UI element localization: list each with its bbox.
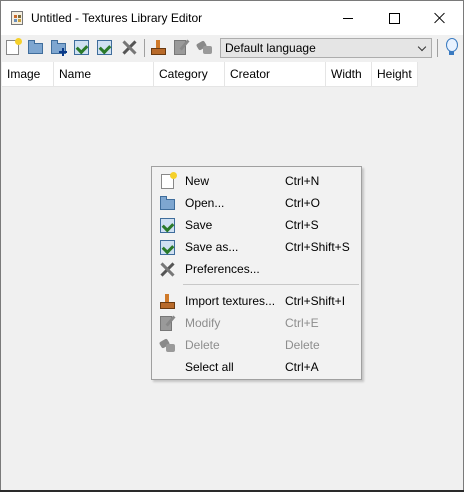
add-folder-button[interactable] [50,39,67,56]
title-bar: Untitled - Textures Library Editor [1,1,463,35]
menu-item-delete: Delete Delete [154,334,359,356]
menu-item-shortcut: Delete [285,338,320,352]
language-select[interactable]: Default language [220,38,432,58]
menu-item-shortcut: Ctrl+O [285,196,321,210]
column-header-category[interactable]: Category [154,62,225,86]
close-button[interactable] [417,1,463,35]
menu-item-open[interactable]: Open... Ctrl+O [154,192,359,214]
modify-button[interactable] [173,39,190,56]
menu-item-select-all[interactable]: Select all Ctrl+A [154,356,359,378]
open-folder-icon [28,40,43,54]
delete-icon [159,337,176,354]
modify-icon [159,315,176,332]
preferences-icon [159,261,176,278]
menu-item-save-as[interactable]: Save as... Ctrl+Shift+S [154,236,359,258]
new-file-icon [159,172,177,190]
save-as-icon [97,40,112,55]
delete-button[interactable] [196,39,213,56]
menu-item-label: Delete [185,338,220,352]
column-header-image[interactable]: Image [2,62,54,86]
column-header-height[interactable]: Height [372,62,418,86]
preferences-icon [121,39,138,56]
column-header-width[interactable]: Width [326,62,372,86]
toolbar: Default language [1,35,463,61]
menu-item-label: Save [185,218,213,232]
save-icon [159,217,176,234]
app-window: Untitled - Textures Library Editor Defau… [0,0,464,492]
menu-item-shortcut: Ctrl+N [285,174,320,188]
delete-icon [197,42,212,54]
menu-item-preferences[interactable]: Preferences... [154,258,359,280]
maximize-icon [388,12,400,24]
plus-icon [59,48,67,56]
new-file-icon [6,38,22,55]
import-icon [151,40,166,55]
context-menu: New Ctrl+N Open... Ctrl+O Save Ctrl+S Sa… [151,166,362,380]
menu-item-shortcut: Ctrl+A [285,360,319,374]
window-title: Untitled - Textures Library Editor [31,11,203,25]
open-folder-icon [159,195,176,212]
menu-item-label: Select all [185,360,234,374]
menu-separator [183,284,359,285]
menu-item-shortcut: Ctrl+S [285,218,319,232]
import-icon [159,293,176,310]
maximize-button[interactable] [371,1,417,35]
language-value: Default language [225,41,316,55]
menu-item-modify: Modify Ctrl+E [154,312,359,334]
toolbar-separator [437,39,438,57]
save-as-button[interactable] [96,39,113,56]
save-as-icon [159,239,176,256]
menu-item-label: New [185,174,210,188]
menu-item-label: Modify [185,316,221,330]
column-header-name[interactable]: Name [54,62,154,86]
open-button[interactable] [27,39,44,56]
modify-icon [174,40,186,55]
column-header-creator[interactable]: Creator [225,62,326,86]
minimize-icon [343,17,353,19]
menu-item-label: Preferences... [185,262,260,276]
menu-item-label: Save as... [185,240,239,254]
save-button[interactable] [73,39,90,56]
minimize-button[interactable] [325,1,371,35]
new-file-button[interactable] [4,38,22,56]
chevron-down-icon [417,42,427,52]
table-header: Image Name Category Creator Width Height [2,62,418,87]
menu-item-shortcut: Ctrl+E [285,316,319,330]
menu-item-label: Open... [185,196,225,210]
menu-item-save[interactable]: Save Ctrl+S [154,214,359,236]
menu-item-new[interactable]: New Ctrl+N [154,170,359,192]
menu-item-shortcut: Ctrl+Shift+S [285,240,350,254]
preferences-button[interactable] [121,39,138,56]
import-button[interactable] [150,39,167,56]
menu-item-label: Import textures... [185,294,276,308]
close-icon [434,12,446,24]
save-icon [74,40,89,55]
menu-item-import-textures[interactable]: Import textures... Ctrl+Shift+I [154,290,359,312]
app-icon [11,11,23,25]
lightbulb-icon[interactable] [444,38,459,57]
menu-item-shortcut: Ctrl+Shift+I [285,294,346,308]
toolbar-separator [144,39,145,57]
